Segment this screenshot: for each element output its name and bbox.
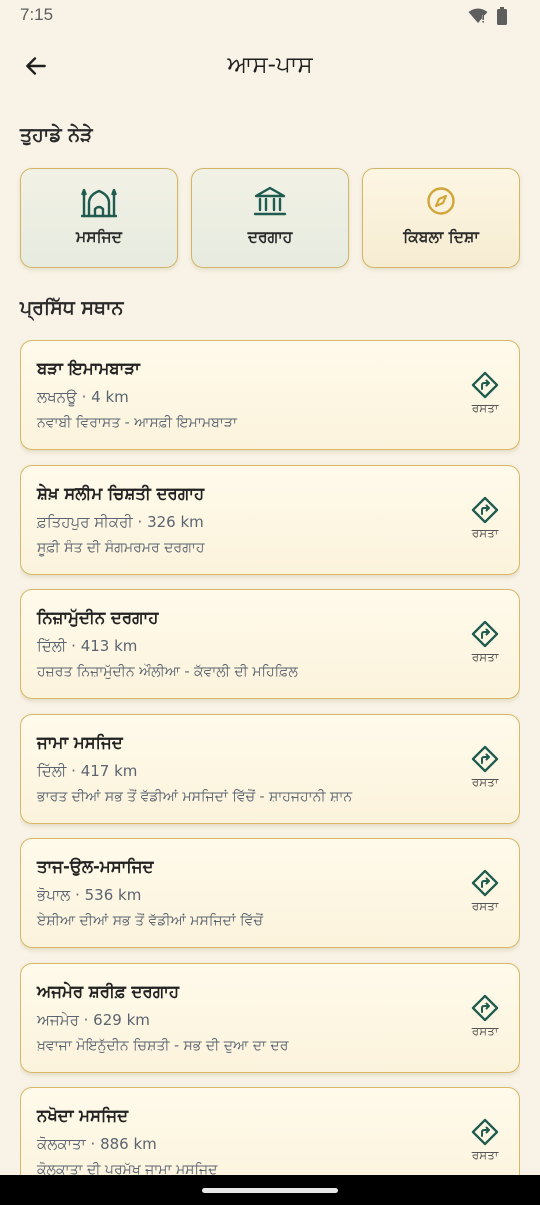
place-description: ਨਵਾਬੀ ਵਿਰਾਸਤ - ਆਸਫ਼ੀ ਇਮਾਮਬਾੜਾ bbox=[37, 415, 237, 431]
place-name: ਜਾਮਾ ਮਸਜਿਦ bbox=[37, 733, 123, 752]
nearby-categories: ਮਸਜਿਦ ਦਰਗਾਹ ਕਿਬਲਾ ਦਿਸ਼ਾ bbox=[20, 168, 520, 268]
route-label: ਰਸਤਾ bbox=[471, 775, 499, 789]
famous-places-list[interactable]: ਬੜਾ ਇਮਾਮਬਾੜਾ ਲਖਨਊ · 4 km ਨਵਾਬੀ ਵਿਰਾਸਤ - … bbox=[20, 340, 520, 1175]
route-button[interactable]: ਰਸਤਾ bbox=[463, 1118, 507, 1168]
place-card[interactable]: ਜਾਮਾ ਮਸਜਿਦ ਦਿੱਲੀ · 417 km ਭਾਰਤ ਦੀਆਂ ਸਭ ਤ… bbox=[20, 714, 520, 824]
status-icons bbox=[468, 7, 508, 25]
place-card[interactable]: ਅਜਮੇਰ ਸ਼ਰੀਫ਼ ਦਰਗਾਹ ਅਜਮੇਰ · 629 km ਖ਼ਵਾਜਾ… bbox=[20, 963, 520, 1073]
route-label: ਰਸਤਾ bbox=[471, 899, 499, 913]
place-location-distance: ਦਿੱਲੀ · 413 km bbox=[37, 637, 138, 655]
route-label: ਰਸਤਾ bbox=[471, 401, 499, 415]
place-location-distance: ਕੋਲਕਾਤਾ · 886 km bbox=[37, 1135, 157, 1153]
route-label: ਰਸਤਾ bbox=[471, 526, 499, 540]
battery-icon bbox=[497, 7, 507, 25]
place-card[interactable]: ਨਖੋਦਾ ਮਸਜਿਦ ਕੋਲਕਾਤਾ · 886 km ਕੋਲਕਾਤਾ ਦੀ … bbox=[20, 1087, 520, 1175]
place-description: ਭਾਰਤ ਦੀਆਂ ਸਭ ਤੋਂ ਵੱਡੀਆਂ ਮਸਜਿਦਾਂ ਵਿੱਚੋਂ -… bbox=[37, 789, 353, 805]
place-name: ਤਾਜ-ਉਲ-ਮਸਾਜਿਦ bbox=[37, 857, 154, 876]
place-card[interactable]: ਬੜਾ ਇਮਾਮਬਾੜਾ ਲਖਨਊ · 4 km ਨਵਾਬੀ ਵਿਰਾਸਤ - … bbox=[20, 340, 520, 450]
route-button[interactable]: ਰਸਤਾ bbox=[463, 496, 507, 546]
route-label: ਰਸਤਾ bbox=[471, 650, 499, 664]
route-button[interactable]: ਰਸਤਾ bbox=[463, 994, 507, 1044]
place-name: ਅਜਮੇਰ ਸ਼ਰੀਫ਼ ਦਰਗਾਹ bbox=[37, 982, 180, 1001]
directions-icon bbox=[471, 371, 499, 399]
route-label: ਰਸਤਾ bbox=[471, 1024, 499, 1038]
route-button[interactable]: ਰਸਤਾ bbox=[463, 745, 507, 795]
category-dargah-button[interactable]: ਦਰਗਾਹ bbox=[191, 168, 349, 268]
page-title: ਆਸ-ਪਾਸ bbox=[227, 52, 313, 78]
place-card[interactable]: ਸ਼ੇਖ਼ ਸਲੀਮ ਚਿਸ਼ਤੀ ਦਰਗਾਹ ਫ਼ਤਿਹਪੁਰ ਸੀਕਰੀ ·… bbox=[20, 465, 520, 575]
nearby-heading: ਤੁਹਾਡੇ ਨੇੜੇ bbox=[20, 124, 93, 146]
place-description: ਕੋਲਕਾਤਾ ਦੀ ਪ੍ਰਮੁੱਖ ਜਾਮਾ ਮਸਜਿਦ bbox=[37, 1162, 218, 1175]
category-mosque-label: ਮਸਜਿਦ bbox=[76, 228, 122, 246]
system-navigation-bar bbox=[0, 1175, 540, 1205]
directions-icon bbox=[471, 745, 499, 773]
directions-icon bbox=[471, 994, 499, 1022]
place-description: ਹਜ਼ਰਤ ਨਿਜ਼ਾਮੁੱਦੀਨ ਔਲੀਆ - ਕੱਵਾਲੀ ਦੀ ਮਹਿਫ਼… bbox=[37, 664, 298, 680]
place-location-distance: ਅਜਮੇਰ · 629 km bbox=[37, 1011, 150, 1029]
route-button[interactable]: ਰਸਤਾ bbox=[463, 620, 507, 670]
app-bar: ਆਸ-ਪਾਸ bbox=[0, 40, 540, 92]
place-name: ਬੜਾ ਇਮਾਮਬਾੜਾ bbox=[37, 359, 140, 378]
category-qibla-label: ਕਿਬਲਾ ਦਿਸ਼ਾ bbox=[403, 228, 479, 246]
famous-places-heading: ਪ੍ਰਸਿੱਧ ਸਥਾਨ bbox=[20, 297, 124, 319]
place-card[interactable]: ਨਿਜ਼ਾਮੁੱਦੀਨ ਦਰਗਾਹ ਦਿੱਲੀ · 413 km ਹਜ਼ਰਤ ਨ… bbox=[20, 589, 520, 699]
route-button[interactable]: ਰਸਤਾ bbox=[463, 371, 507, 421]
dargah-building-icon bbox=[253, 186, 287, 216]
home-gesture-handle[interactable] bbox=[202, 1188, 338, 1193]
directions-icon bbox=[471, 620, 499, 648]
place-location-distance: ਭੋਪਾਲ · 536 km bbox=[37, 886, 142, 904]
category-qibla-button[interactable]: ਕਿਬਲਾ ਦਿਸ਼ਾ bbox=[362, 168, 520, 268]
category-dargah-label: ਦਰਗਾਹ bbox=[247, 228, 293, 246]
place-location-distance: ਲਖਨਊ · 4 km bbox=[37, 388, 129, 406]
mosque-icon bbox=[81, 188, 117, 218]
category-mosque-button[interactable]: ਮਸਜਿਦ bbox=[20, 168, 178, 268]
status-bar: 7:15 bbox=[0, 0, 540, 32]
wifi-icon bbox=[468, 8, 488, 23]
route-button[interactable]: ਰਸਤਾ bbox=[463, 869, 507, 919]
place-description: ਖ਼ਵਾਜਾ ਮੋਇਨੁੱਦੀਨ ਚਿਸ਼ਤੀ - ਸਭ ਦੀ ਦੁਆ ਦਾ ਦ… bbox=[37, 1038, 289, 1054]
place-name: ਸ਼ੇਖ਼ ਸਲੀਮ ਚਿਸ਼ਤੀ ਦਰਗਾਹ bbox=[37, 484, 205, 503]
place-location-distance: ਫ਼ਤਿਹਪੁਰ ਸੀਕਰੀ · 326 km bbox=[37, 513, 204, 531]
place-name: ਨਿਜ਼ਾਮੁੱਦੀਨ ਦਰਗਾਹ bbox=[37, 608, 159, 627]
route-label: ਰਸਤਾ bbox=[471, 1148, 499, 1162]
compass-icon bbox=[427, 187, 455, 215]
directions-icon bbox=[471, 869, 499, 897]
place-description: ਸੂਫ਼ੀ ਸੰਤ ਦੀ ਸੰਗਮਰਮਰ ਦਰਗਾਹ bbox=[37, 540, 205, 556]
place-location-distance: ਦਿੱਲੀ · 417 km bbox=[37, 762, 138, 780]
place-card[interactable]: ਤਾਜ-ਉਲ-ਮਸਾਜਿਦ ਭੋਪਾਲ · 536 km ਏਸ਼ੀਆ ਦੀਆਂ … bbox=[20, 838, 520, 948]
directions-icon bbox=[471, 1118, 499, 1146]
place-description: ਏਸ਼ੀਆ ਦੀਆਂ ਸਭ ਤੋਂ ਵੱਡੀਆਂ ਮਸਜਿਦਾਂ ਵਿੱਚੋਂ bbox=[37, 913, 263, 929]
status-time: 7:15 bbox=[20, 5, 54, 24]
place-name: ਨਖੋਦਾ ਮਸਜਿਦ bbox=[37, 1106, 129, 1125]
directions-icon bbox=[471, 496, 499, 524]
